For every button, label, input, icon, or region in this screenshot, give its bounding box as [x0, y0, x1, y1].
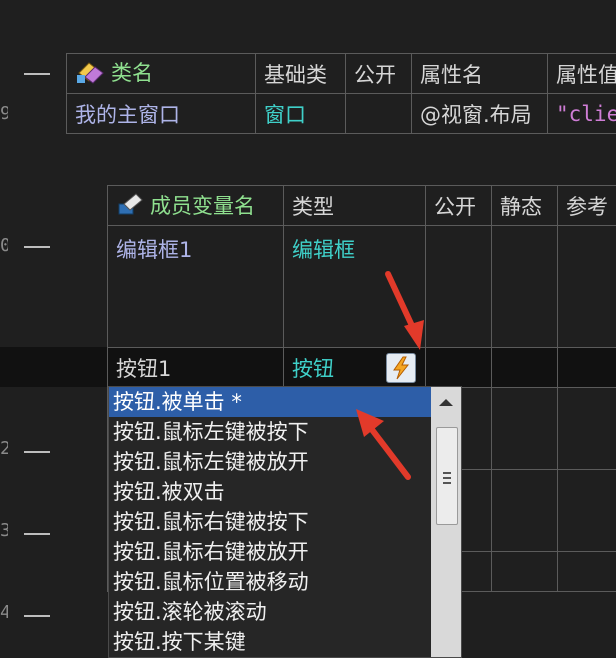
- line-number: 2: [0, 438, 8, 459]
- member-name-header-label: 成员变量名: [150, 194, 255, 218]
- event-item[interactable]: 按钮.鼠标右键被放开: [109, 537, 431, 567]
- type-header: 类型: [284, 186, 426, 226]
- member-public-cell[interactable]: [426, 226, 492, 348]
- class-table: 类名 基础类 公开 属性名 属性值 我的主窗口 窗口 @视窗.布局 "clie: [66, 53, 616, 134]
- class-icon: [75, 59, 105, 90]
- line-number: 3: [0, 520, 8, 541]
- base-class-cell[interactable]: 窗口: [256, 94, 346, 134]
- member-reference-cell[interactable]: [558, 348, 616, 388]
- lightning-icon: [387, 367, 415, 386]
- member-reference-cell[interactable]: [558, 470, 616, 552]
- annotation-arrow: [380, 268, 430, 358]
- class-name-header-label: 类名: [111, 61, 153, 85]
- property-name-header: 属性名: [412, 54, 548, 94]
- base-class-header: 基础类: [256, 54, 346, 94]
- event-item[interactable]: 按钮.按下某键: [109, 627, 431, 657]
- property-name-cell[interactable]: @视窗.布局: [412, 94, 548, 134]
- line-number: 9: [0, 103, 8, 124]
- event-item[interactable]: 按钮.鼠标位置被移动: [109, 567, 431, 597]
- member-public-cell[interactable]: [426, 348, 492, 388]
- member-static-cell[interactable]: [492, 226, 558, 348]
- member-static-cell[interactable]: [492, 348, 558, 388]
- annotation-arrow: [350, 405, 420, 485]
- fold-marker[interactable]: [24, 451, 50, 453]
- fold-marker[interactable]: [24, 73, 50, 75]
- line-number: 0: [0, 235, 8, 256]
- property-value-header: 属性值: [548, 54, 616, 94]
- class-name-cell[interactable]: 我的主窗口: [67, 94, 256, 134]
- property-value-cell[interactable]: "clie: [548, 94, 616, 134]
- grip-icon: [443, 472, 451, 484]
- scroll-up-arrow-icon[interactable]: [439, 399, 453, 406]
- member-variable-icon: [116, 192, 144, 221]
- static-header: 静态: [492, 186, 558, 226]
- member-name-cell[interactable]: 按钮1: [108, 348, 284, 388]
- public-cell[interactable]: [346, 94, 412, 134]
- event-item[interactable]: 按钮.滚轮被滚动: [109, 597, 431, 627]
- member-name-header: 成员变量名: [108, 186, 284, 226]
- scroll-thumb[interactable]: [436, 427, 458, 525]
- member-static-cell[interactable]: [492, 388, 558, 470]
- event-item[interactable]: 按钮.鼠标右键被按下: [109, 507, 431, 537]
- fold-marker[interactable]: [24, 533, 50, 535]
- member-reference-cell[interactable]: [558, 226, 616, 348]
- fold-marker[interactable]: [24, 246, 50, 248]
- vertical-scrollbar[interactable]: [431, 387, 461, 657]
- line-number: 4: [0, 602, 8, 623]
- public-header: 公开: [426, 186, 492, 226]
- class-name-header: 类名: [67, 54, 256, 94]
- fold-marker[interactable]: [24, 615, 50, 617]
- member-static-cell[interactable]: [492, 470, 558, 552]
- member-reference-cell[interactable]: [558, 388, 616, 470]
- public-header: 公开: [346, 54, 412, 94]
- member-name-cell[interactable]: 编辑框1: [108, 226, 284, 348]
- reference-header: 参考: [558, 186, 616, 226]
